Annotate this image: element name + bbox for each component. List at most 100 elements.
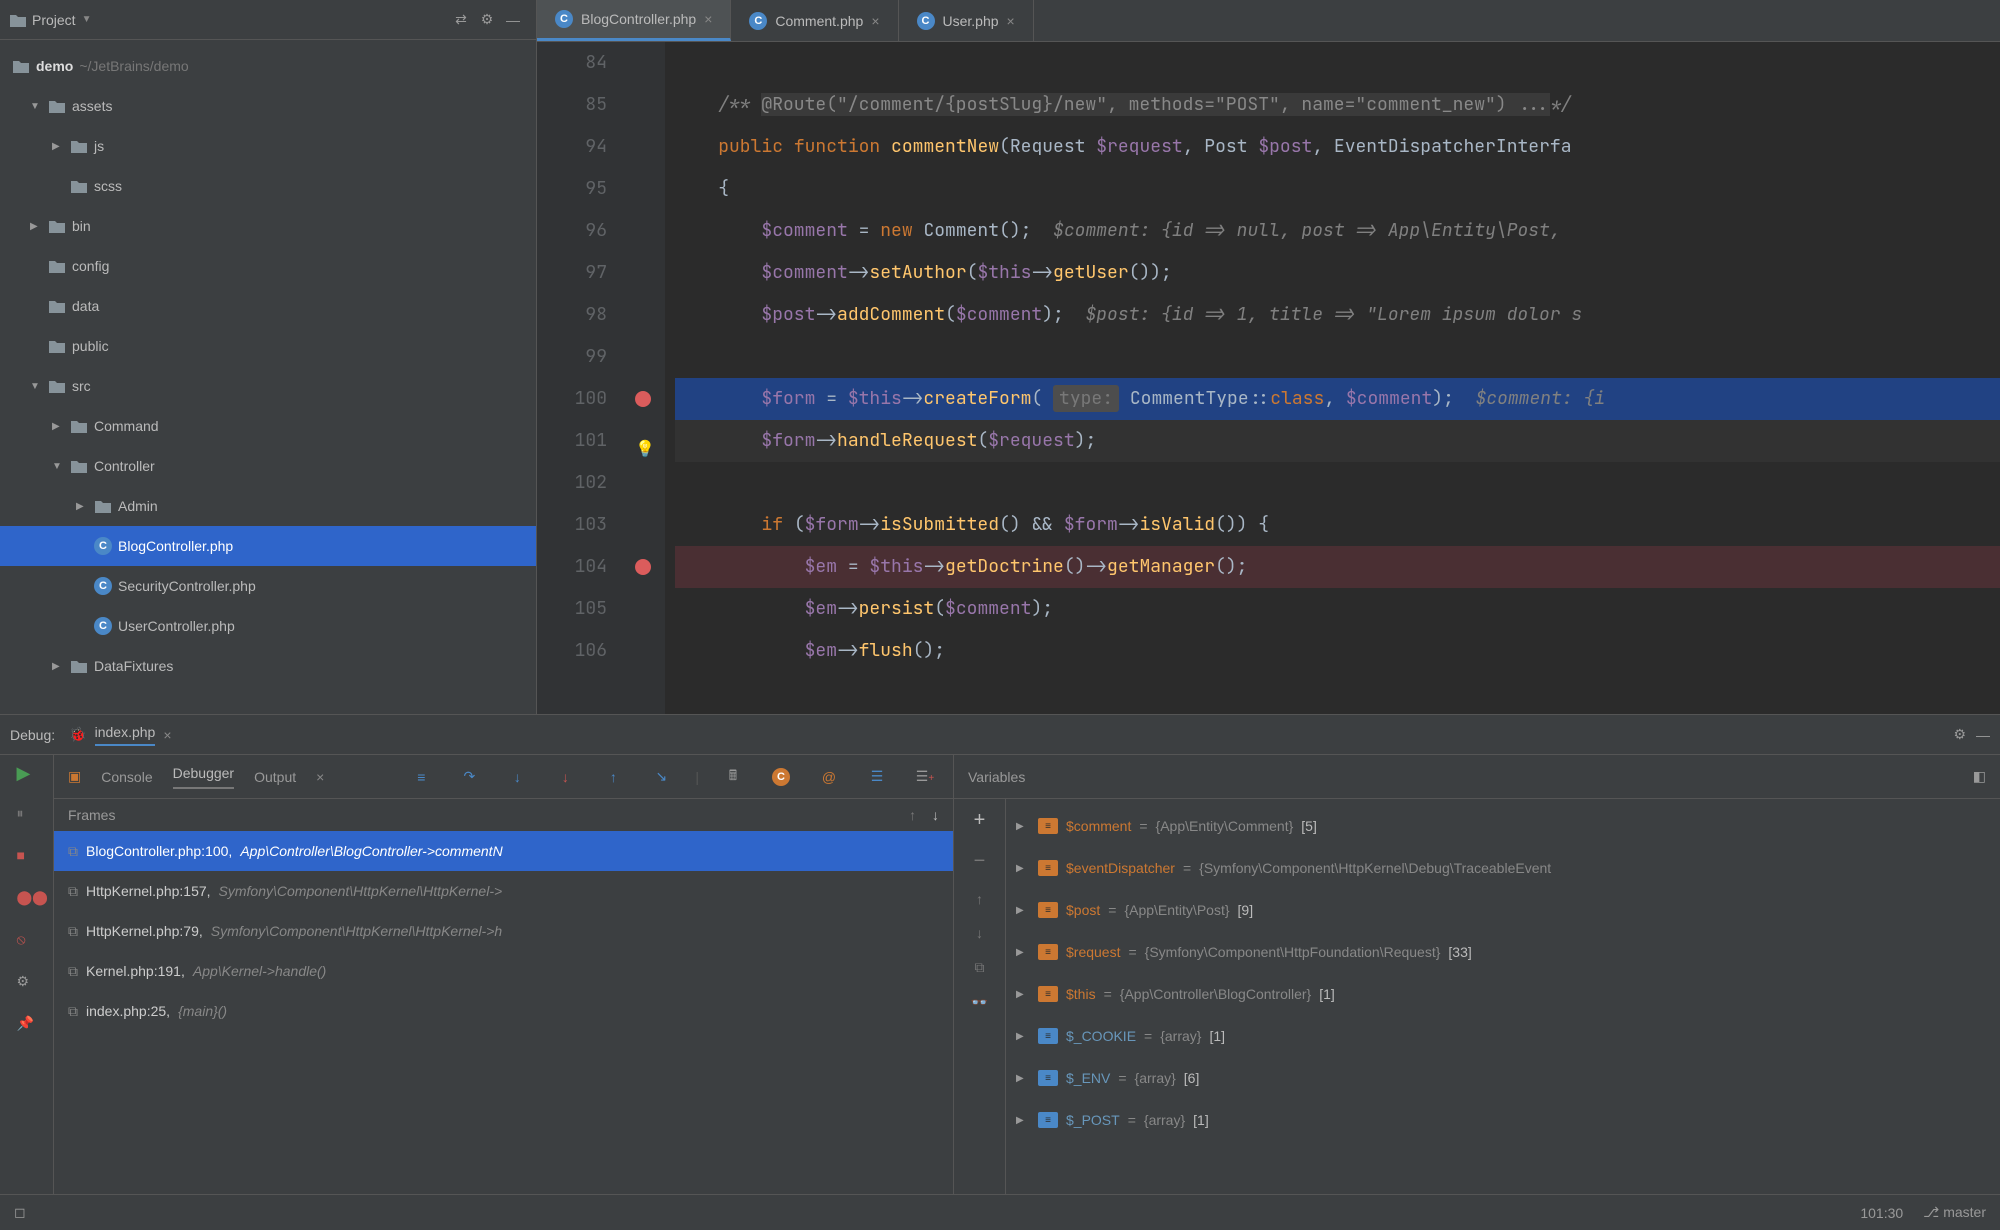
- tool-windows-icon[interactable]: ◻: [14, 1204, 26, 1221]
- tree-item[interactable]: config: [0, 246, 536, 286]
- code-line[interactable]: [675, 336, 2000, 378]
- tree-item[interactable]: ▶Command: [0, 406, 536, 446]
- line-number-gutter[interactable]: 8485949596979899100101102103104105106: [537, 42, 625, 714]
- editor-tab[interactable]: CBlogController.php×: [537, 0, 731, 41]
- code-line[interactable]: $em->flush();: [675, 630, 2000, 672]
- variable-row[interactable]: ▶≡$request = {Symfony\Component\HttpFoun…: [1006, 931, 2000, 973]
- run-to-cursor-icon[interactable]: ↘: [647, 768, 675, 785]
- settings-icon[interactable]: ⚙: [17, 973, 37, 993]
- variable-row[interactable]: ▶≡$eventDispatcher = {Symfony\Component\…: [1006, 847, 2000, 889]
- code-line[interactable]: public function commentNew(Request $requ…: [675, 126, 2000, 168]
- close-icon[interactable]: ×: [1007, 13, 1015, 29]
- evaluate-icon[interactable]: 🖩: [719, 765, 747, 789]
- code-line[interactable]: $form = $this->createForm( type: Comment…: [675, 378, 2000, 420]
- git-branch[interactable]: ⎇ master: [1923, 1204, 1986, 1221]
- tab-console[interactable]: Console: [101, 769, 152, 785]
- line-number[interactable]: 105: [537, 588, 607, 630]
- tab-output[interactable]: Output: [254, 769, 296, 785]
- expand-icon[interactable]: ▶: [1016, 989, 1030, 1000]
- code-line[interactable]: {: [675, 168, 2000, 210]
- force-step-into-icon[interactable]: ↓: [551, 769, 579, 785]
- tree-item[interactable]: ▶DataFixtures: [0, 646, 536, 686]
- project-selector-label[interactable]: Project: [32, 12, 76, 28]
- code-line[interactable]: $post->addComment($comment); $post: {id …: [675, 294, 2000, 336]
- breakpoint-icon[interactable]: [635, 391, 651, 407]
- add-icon[interactable]: ☰+: [911, 768, 939, 785]
- variable-row[interactable]: ▶≡$_POST = {array} [1]: [1006, 1099, 2000, 1141]
- variable-row[interactable]: ▶≡$comment = {App\Entity\Comment} [5]: [1006, 805, 2000, 847]
- line-number[interactable]: 106: [537, 630, 607, 672]
- step-out-icon[interactable]: ↑: [599, 769, 627, 785]
- close-icon[interactable]: ×: [871, 13, 879, 29]
- tree-item[interactable]: CSecurityController.php: [0, 566, 536, 606]
- resume-icon[interactable]: ▶: [17, 763, 37, 783]
- next-frame-icon[interactable]: ↓: [932, 807, 939, 823]
- gutter-marks[interactable]: 💡: [625, 42, 665, 714]
- variable-row[interactable]: ▶≡$this = {App\Controller\BlogController…: [1006, 973, 2000, 1015]
- at-icon[interactable]: @: [815, 769, 843, 785]
- line-number[interactable]: 97: [537, 252, 607, 294]
- remove-watch-icon[interactable]: −: [974, 850, 986, 873]
- expand-icon[interactable]: ▶: [1016, 947, 1030, 958]
- expand-icon[interactable]: ▶: [1016, 1031, 1030, 1042]
- variable-row[interactable]: ▶≡$_COOKIE = {array} [1]: [1006, 1015, 2000, 1057]
- variables-list[interactable]: ▶≡$comment = {App\Entity\Comment} [5]▶≡$…: [1006, 799, 2000, 1194]
- frames-list[interactable]: ⧉BlogController.php:100, App\Controller\…: [54, 831, 953, 1194]
- close-icon[interactable]: ×: [704, 11, 712, 27]
- pause-icon[interactable]: ⏸: [17, 805, 37, 825]
- tree-item[interactable]: ▼src: [0, 366, 536, 406]
- scroll-from-source-icon[interactable]: ⇄: [448, 11, 474, 28]
- project-root[interactable]: demo ~/JetBrains/demo: [0, 46, 536, 86]
- line-number[interactable]: 100: [537, 378, 607, 420]
- tree-item[interactable]: CUserController.php: [0, 606, 536, 646]
- glasses-icon[interactable]: 👓: [971, 994, 988, 1011]
- stack-frame[interactable]: ⧉HttpKernel.php:79, Symfony\Component\Ht…: [54, 911, 953, 951]
- tree-item[interactable]: scss: [0, 166, 536, 206]
- previous-frame-icon[interactable]: ↑: [909, 807, 916, 823]
- code-line[interactable]: [675, 42, 2000, 84]
- code-line[interactable]: $em = $this->getDoctrine()->getManager()…: [675, 546, 2000, 588]
- code-editor[interactable]: /** @Route("/comment/{postSlug}/new", me…: [665, 42, 2000, 714]
- intention-bulb-icon[interactable]: 💡: [635, 428, 655, 470]
- stack-frame[interactable]: ⧉Kernel.php:191, App\Kernel->handle(): [54, 951, 953, 991]
- console-subtab-icon[interactable]: ▣: [68, 768, 81, 785]
- line-number[interactable]: 103: [537, 504, 607, 546]
- layout-icon[interactable]: ◧: [1973, 768, 1986, 785]
- tree-item[interactable]: ▶Admin: [0, 486, 536, 526]
- breakpoint-icon[interactable]: [635, 559, 651, 575]
- view-breakpoints-icon[interactable]: ⬤⬤: [17, 889, 37, 909]
- project-tree[interactable]: demo ~/JetBrains/demo ▼assets▶jsscss▶bin…: [0, 40, 536, 714]
- line-number[interactable]: 84: [537, 42, 607, 84]
- gear-icon[interactable]: ⚙: [1953, 726, 1966, 743]
- tree-item[interactable]: data: [0, 286, 536, 326]
- expand-icon[interactable]: ▶: [1016, 821, 1030, 832]
- line-number[interactable]: 85: [537, 84, 607, 126]
- pin-icon[interactable]: 📌: [17, 1015, 37, 1035]
- hide-icon[interactable]: —: [1976, 727, 1990, 743]
- tree-item[interactable]: ▶js: [0, 126, 536, 166]
- line-number[interactable]: 96: [537, 210, 607, 252]
- stack-frame[interactable]: ⧉index.php:25, {main}(): [54, 991, 953, 1031]
- expand-icon[interactable]: ▶: [1016, 1115, 1030, 1126]
- move-up-icon[interactable]: ↑: [976, 891, 983, 907]
- stack-frame[interactable]: ⧉HttpKernel.php:157, Symfony\Component\H…: [54, 871, 953, 911]
- move-down-icon[interactable]: ↓: [976, 925, 983, 941]
- tab-debugger[interactable]: Debugger: [173, 765, 235, 789]
- step-over-icon[interactable]: ↷: [455, 768, 483, 785]
- tree-item[interactable]: ▼assets: [0, 86, 536, 126]
- mute-breakpoints-icon[interactable]: ⦸: [17, 931, 37, 951]
- gear-icon[interactable]: ⚙: [474, 11, 500, 28]
- line-number[interactable]: 104: [537, 546, 607, 588]
- close-icon[interactable]: ×: [316, 769, 324, 785]
- list-icon[interactable]: ☰: [863, 768, 891, 785]
- step-into-icon[interactable]: ↓: [503, 769, 531, 785]
- copy-icon[interactable]: ⧉: [975, 959, 985, 976]
- line-number[interactable]: 94: [537, 126, 607, 168]
- editor-tab[interactable]: CUser.php×: [899, 0, 1034, 41]
- expand-icon[interactable]: ▶: [1016, 1073, 1030, 1084]
- code-line[interactable]: [675, 462, 2000, 504]
- code-line[interactable]: $form->handleRequest($request);: [675, 420, 2000, 462]
- tree-item[interactable]: ▶bin: [0, 206, 536, 246]
- code-line[interactable]: if ($form->isSubmitted() && $form->isVal…: [675, 504, 2000, 546]
- cursor-position[interactable]: 101:30: [1860, 1205, 1903, 1221]
